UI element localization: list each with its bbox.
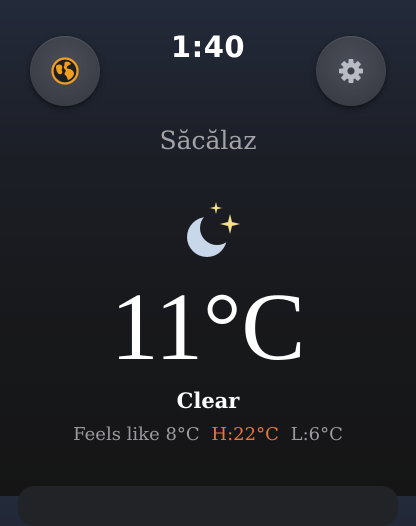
settings-button[interactable] — [316, 36, 386, 106]
current-temperature: 11°C — [110, 273, 306, 380]
gear-icon — [337, 57, 365, 85]
temperature-details: Feels like 8°C H:22°C L:6°C — [0, 424, 416, 445]
low-temperature: L:6°C — [290, 424, 343, 445]
weather-condition: Clear — [176, 388, 240, 413]
feels-like: Feels like 8°C — [73, 424, 200, 445]
moon-stars-icon — [180, 200, 244, 264]
forecast-card — [18, 486, 398, 526]
high-temperature: H:22°C — [211, 424, 279, 445]
city-name: Săcălaz — [159, 126, 257, 155]
